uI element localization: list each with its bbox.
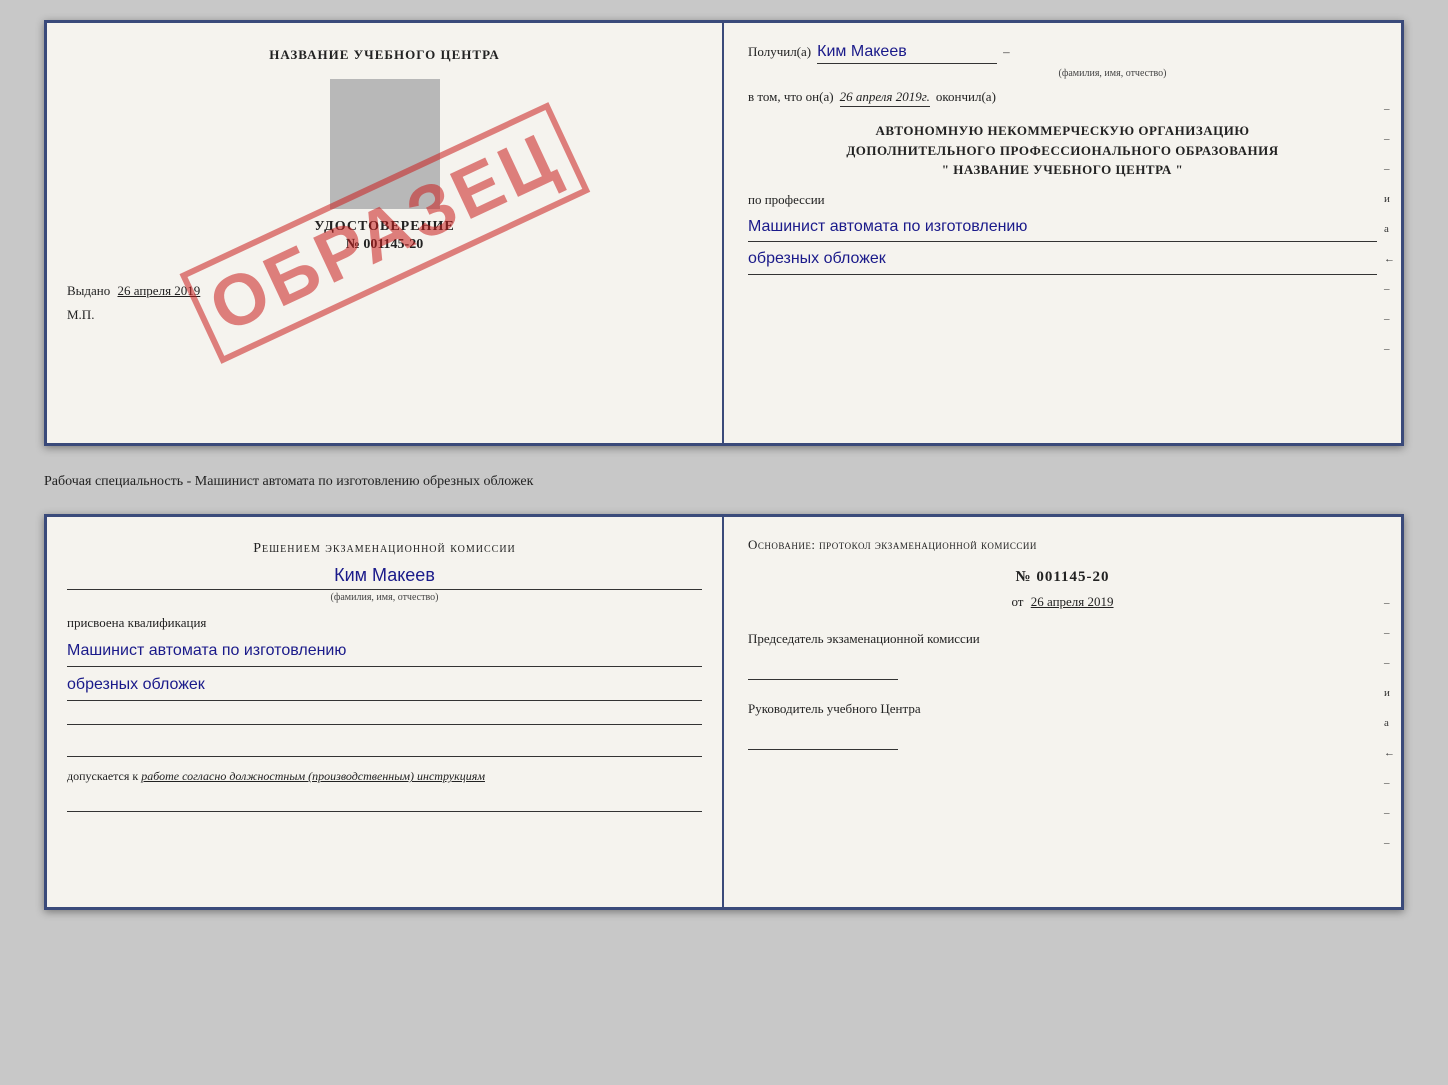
org-line2: ДОПОЛНИТЕЛЬНОГО ПРОФЕССИОНАЛЬНОГО ОБРАЗО… <box>748 141 1377 161</box>
dopusk-label: допускается к <box>67 769 138 783</box>
osnovanie-title: Основание: протокол экзаменационной коми… <box>748 537 1377 553</box>
udost-label: УДОСТОВЕРЕНИЕ <box>67 219 702 235</box>
blank-line-1 <box>67 705 702 725</box>
blank-line-2 <box>67 737 702 757</box>
predsedatel-signature-line <box>748 662 898 680</box>
vydano-date: 26 апреля 2019 <box>118 283 201 298</box>
profession-line1: Машинист автомата по изготовлению <box>748 214 1377 243</box>
org-line3: " НАЗВАНИЕ УЧЕБНОГО ЦЕНТРА " <box>748 160 1377 180</box>
fio-hint-top: (фамилия, имя, отчество) <box>848 68 1377 79</box>
middle-description: Рабочая специальность - Машинист автомат… <box>44 464 1404 496</box>
udost-number: № 001145-20 <box>67 237 702 253</box>
bottom-name: Ким Макеев <box>67 565 702 590</box>
vtom-label: в том, что он(а) <box>748 89 834 105</box>
ot-date-value: 26 апреля 2019 <box>1031 594 1114 609</box>
kvalif-line2: обрезных обложек <box>67 671 702 701</box>
fio-hint-bottom: (фамилия, имя, отчество) <box>67 592 702 603</box>
side-marks-top-right: – – – и а ← – – – <box>1384 103 1395 355</box>
rukovoditel-block: Руководитель учебного Центра <box>748 700 1377 750</box>
poluchil-label: Получил(а) <box>748 44 811 60</box>
predsedatel-label: Председатель экзаменационной комиссии <box>748 630 1377 648</box>
top-doc-right: Получил(а) Ким Макеев – (фамилия, имя, о… <box>724 23 1401 443</box>
protocol-number: № 001145-20 <box>748 569 1377 586</box>
kvalif-line1: Машинист автомата по изготовлению <box>67 637 702 667</box>
top-left-title: НАЗВАНИЕ УЧЕБНОГО ЦЕНТРА <box>67 47 702 63</box>
dopusk-text: работе согласно должностным (производств… <box>141 769 485 783</box>
resheniem-title: Решением экзаменационной комиссии <box>67 541 702 557</box>
vydano-line: Выдано 26 апреля 2019 <box>67 283 702 299</box>
top-document-pair: НАЗВАНИЕ УЧЕБНОГО ЦЕНТРА УДОСТОВЕРЕНИЕ №… <box>44 20 1404 446</box>
org-block: АВТОНОМНУЮ НЕКОММЕРЧЕСКУЮ ОРГАНИЗАЦИЮ ДО… <box>748 121 1377 180</box>
predsedatel-block: Председатель экзаменационной комиссии <box>748 630 1377 680</box>
okonchil-label: окончил(а) <box>936 89 996 105</box>
dopusk-row: допускается к работе согласно должностны… <box>67 769 702 784</box>
mp-label: М.П. <box>67 307 702 323</box>
poluchil-dash: – <box>1003 44 1010 60</box>
photo-placeholder <box>330 79 440 209</box>
bottom-doc-right: Основание: протокол экзаменационной коми… <box>724 517 1401 907</box>
top-doc-left: НАЗВАНИЕ УЧЕБНОГО ЦЕНТРА УДОСТОВЕРЕНИЕ №… <box>47 23 724 443</box>
org-line1: АВТОНОМНУЮ НЕКОММЕРЧЕСКУЮ ОРГАНИЗАЦИЮ <box>748 121 1377 141</box>
vtom-row: в том, что он(а) 26 апреля 2019г. окончи… <box>748 89 1377 107</box>
prisvoyena-label: присвоена квалификация <box>67 615 702 631</box>
rukovoditel-label: Руководитель учебного Центра <box>748 700 1377 718</box>
profession-line2: обрезных обложек <box>748 246 1377 275</box>
blank-line-3 <box>67 792 702 812</box>
bottom-document-pair: Решением экзаменационной комиссии Ким Ма… <box>44 514 1404 910</box>
poluchil-row: Получил(а) Ким Макеев – <box>748 43 1377 64</box>
poluchil-name: Ким Макеев <box>817 43 997 64</box>
vtom-date: 26 апреля 2019г. <box>840 89 930 107</box>
ot-date: от 26 апреля 2019 <box>748 594 1377 610</box>
rukovoditel-signature-line <box>748 732 898 750</box>
side-marks-bottom-right: – – – и а ← – – – <box>1384 597 1395 849</box>
bottom-doc-left: Решением экзаменационной комиссии Ким Ма… <box>47 517 724 907</box>
po-professii-label: по профессии <box>748 192 1377 208</box>
ot-label: от <box>1011 594 1023 609</box>
